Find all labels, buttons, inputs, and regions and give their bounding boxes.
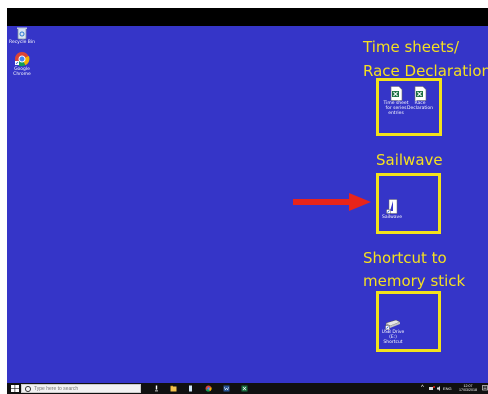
word-icon[interactable] [223, 385, 230, 392]
clock[interactable]: 12:07 17/03/2018 [456, 384, 480, 392]
screen: Recycle Bin Google Chrome Time sheets/ R… [7, 8, 488, 394]
annotation-shortcut: Shortcut to [363, 249, 447, 267]
annotation-time-sheets: Time sheets/ [363, 38, 460, 56]
notepad-icon[interactable] [187, 385, 194, 392]
chrome-icon [15, 52, 30, 67]
desktop-icon-label: Race Declaration [407, 101, 433, 111]
notifications-icon[interactable] [482, 385, 488, 392]
tray-chevron-icon[interactable]: ^ [421, 385, 424, 391]
search-icon [25, 386, 31, 392]
desktop-icon-label: Time sheet for series entries [383, 101, 409, 116]
search-input[interactable] [34, 385, 134, 392]
taskbar-search-box[interactable] [21, 384, 141, 393]
red-arrow-icon [293, 193, 371, 211]
taskbar: ^ ENG 12:07 17/03/2018 [7, 383, 488, 394]
desktop-icon-memory-stick[interactable]: USB Drive (E:) Shortcut [380, 318, 406, 345]
desktop: Recycle Bin Google Chrome Time sheets/ R… [7, 26, 488, 383]
excel-file-icon [390, 86, 402, 101]
desktop-icon-label: Recycle Bin [9, 40, 35, 45]
desktop-icon-google-chrome[interactable]: Google Chrome [9, 51, 35, 77]
desktop-icon-label: USB Drive (E:) Shortcut [381, 330, 405, 345]
clock-date: 17/03/2018 [459, 388, 477, 392]
recycle-bin-icon [17, 27, 27, 40]
desktop-icon-sailwave[interactable]: Sailwave [379, 199, 405, 220]
annotation-sailwave: Sailwave [376, 151, 443, 169]
sailwave-icon [385, 199, 397, 214]
language-indicator[interactable]: ENG [443, 387, 452, 391]
volume-icon[interactable] [437, 386, 442, 391]
usb-drive-icon [385, 319, 401, 330]
windows-start-icon[interactable] [11, 385, 19, 392]
desktop-icon-label: Google Chrome [13, 67, 31, 77]
network-icon[interactable] [429, 386, 435, 391]
chrome-taskbar-icon[interactable] [205, 385, 212, 392]
desktop-icon-label: Sailwave [382, 215, 402, 220]
desktop-icon-recycle-bin[interactable]: Recycle Bin [9, 26, 35, 45]
annotation-memory-stick: memory stick [363, 272, 466, 290]
desktop-icon-race-declaration[interactable]: Race Declaration [407, 86, 433, 111]
excel-file-icon [414, 86, 426, 101]
desktop-icon-time-sheet[interactable]: Time sheet for series entries [383, 86, 409, 116]
excel-icon[interactable] [241, 385, 248, 392]
file-explorer-icon[interactable] [170, 385, 177, 392]
mic-icon[interactable] [153, 385, 160, 392]
